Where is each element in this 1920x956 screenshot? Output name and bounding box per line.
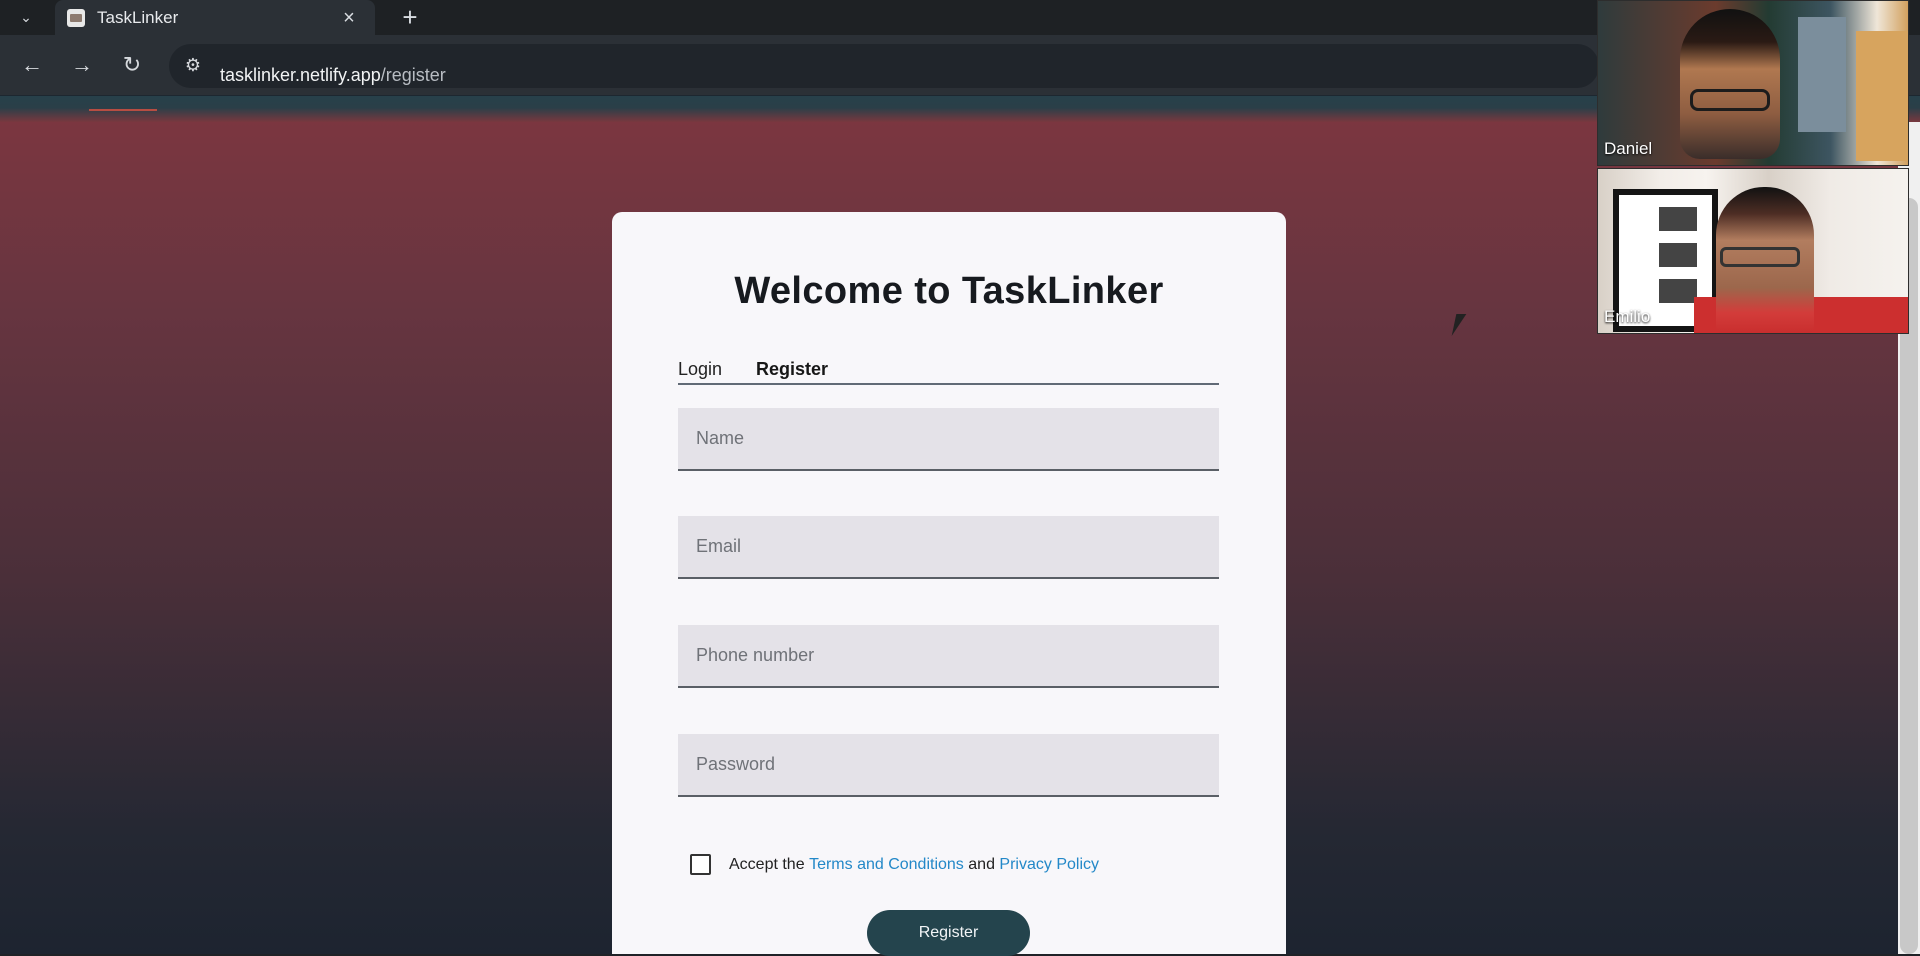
- site-settings-icon[interactable]: ⚙: [179, 51, 207, 79]
- glasses-icon: [1690, 89, 1770, 111]
- plus-icon[interactable]: +: [396, 2, 424, 32]
- password-input[interactable]: [678, 734, 1219, 795]
- frame-photo: [1659, 207, 1697, 231]
- url-domain: tasklinker.netlify.app: [220, 65, 381, 85]
- close-icon[interactable]: ×: [337, 6, 361, 30]
- tasklinker-favicon-icon: [67, 8, 85, 27]
- phone-input[interactable]: [678, 625, 1219, 686]
- auth-tabs: Login Register: [678, 359, 1219, 385]
- participant-video-emilio: Emilio: [1597, 168, 1909, 334]
- forward-arrow-icon[interactable]: →: [68, 51, 96, 79]
- name-field: [678, 408, 1219, 471]
- register-button[interactable]: Register: [867, 910, 1030, 956]
- page-title: Welcome to TaskLinker: [734, 270, 1164, 312]
- email-input[interactable]: [678, 516, 1219, 577]
- terms-acceptance: Accept the Terms and Conditions and Priv…: [690, 854, 1099, 875]
- url-path: /register: [380, 65, 446, 85]
- tab-list-chevron-icon[interactable]: ⌄: [12, 4, 40, 32]
- frame-photo: [1659, 279, 1697, 303]
- glasses-icon: [1720, 247, 1800, 267]
- participant-name: Emilio: [1604, 307, 1651, 326]
- name-input[interactable]: [678, 408, 1219, 469]
- frame-photo: [1659, 243, 1697, 267]
- address-url[interactable]: tasklinker.netlify.app/register: [220, 65, 446, 86]
- terms-middle: and: [968, 855, 995, 873]
- participant-name: Daniel: [1604, 139, 1653, 158]
- browser-tab-title: TaskLinker: [97, 7, 179, 27]
- background-shelf: [1798, 17, 1846, 132]
- tab-login[interactable]: Login: [678, 359, 722, 380]
- participant-video-daniel: Daniel: [1597, 0, 1909, 166]
- reload-icon[interactable]: ↻: [118, 51, 146, 79]
- password-field: [678, 734, 1219, 797]
- privacy-link[interactable]: Privacy Policy: [999, 856, 1099, 874]
- back-arrow-icon[interactable]: ←: [18, 51, 46, 79]
- email-field: [678, 516, 1219, 579]
- phone-field: [678, 625, 1219, 688]
- background-cabinet: [1856, 31, 1908, 161]
- nav-active-underline: [89, 109, 157, 111]
- register-card: Welcome to TaskLinker Login Register Acc…: [612, 212, 1286, 956]
- tab-register[interactable]: Register: [756, 359, 828, 380]
- terms-checkbox[interactable]: [690, 854, 711, 875]
- terms-prefix: Accept the: [729, 855, 805, 873]
- browser-tab[interactable]: TaskLinker ×: [55, 0, 375, 35]
- terms-link[interactable]: Terms and Conditions: [809, 856, 964, 874]
- participant-avatar: [1680, 9, 1780, 159]
